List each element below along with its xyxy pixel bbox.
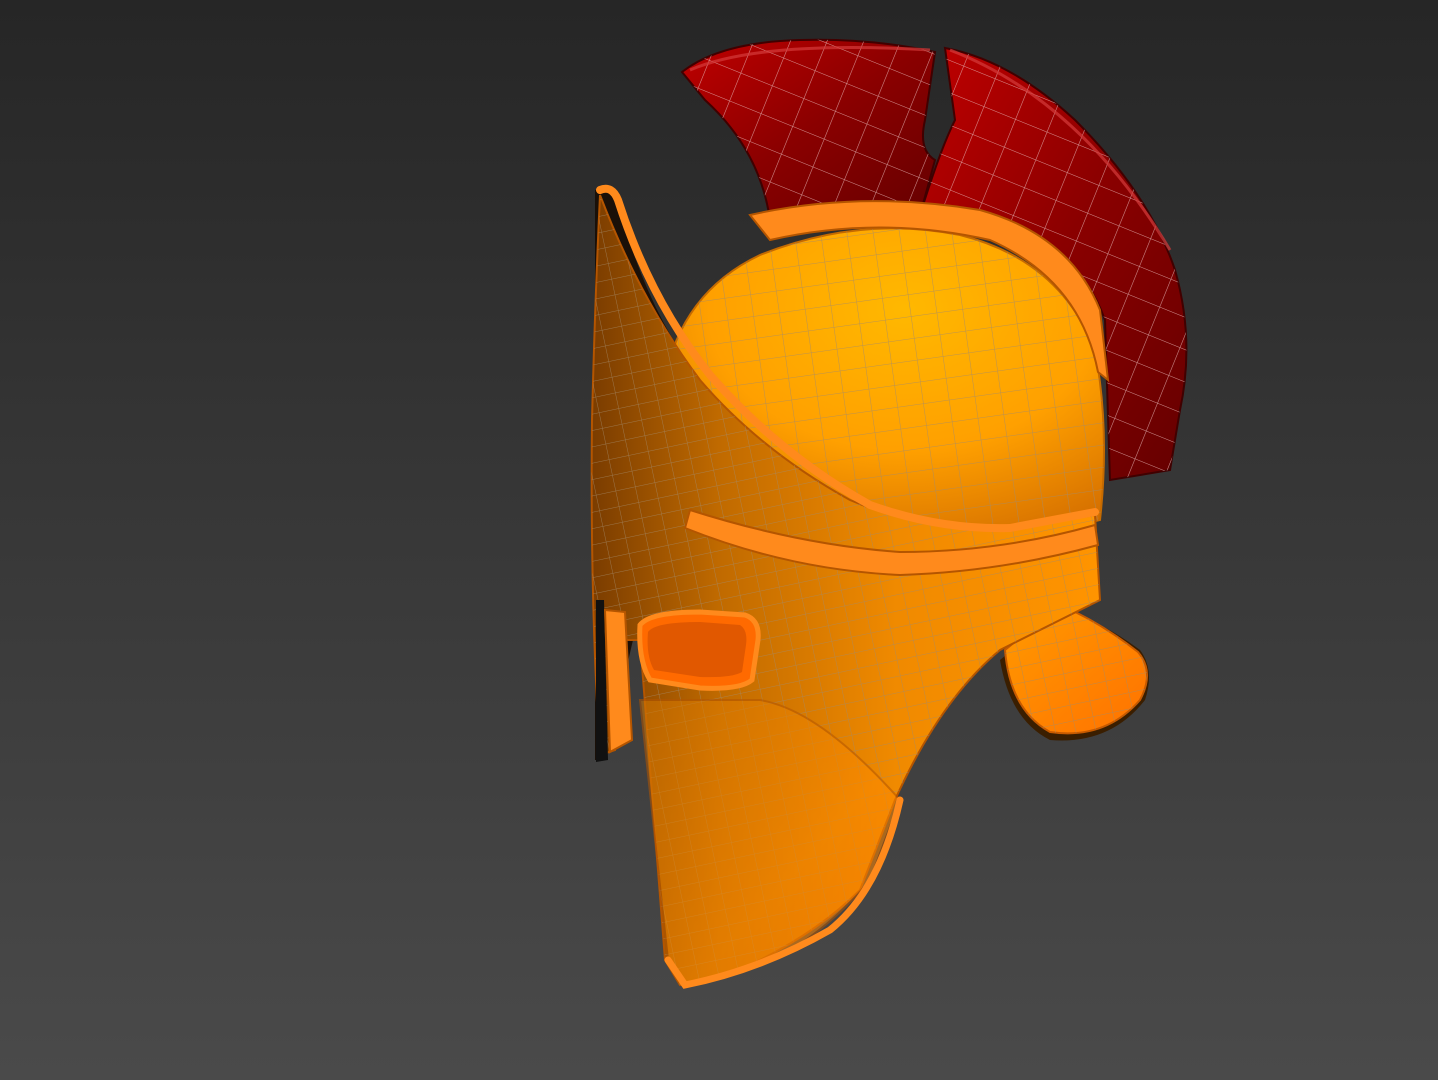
eye-slot[interactable] [637,609,761,691]
nose-guard-mesh[interactable] [596,600,634,762]
eye-slot-inner-shadow [647,622,747,678]
viewport-canvas[interactable] [0,0,1438,1080]
3d-viewport[interactable] [0,0,1438,1080]
